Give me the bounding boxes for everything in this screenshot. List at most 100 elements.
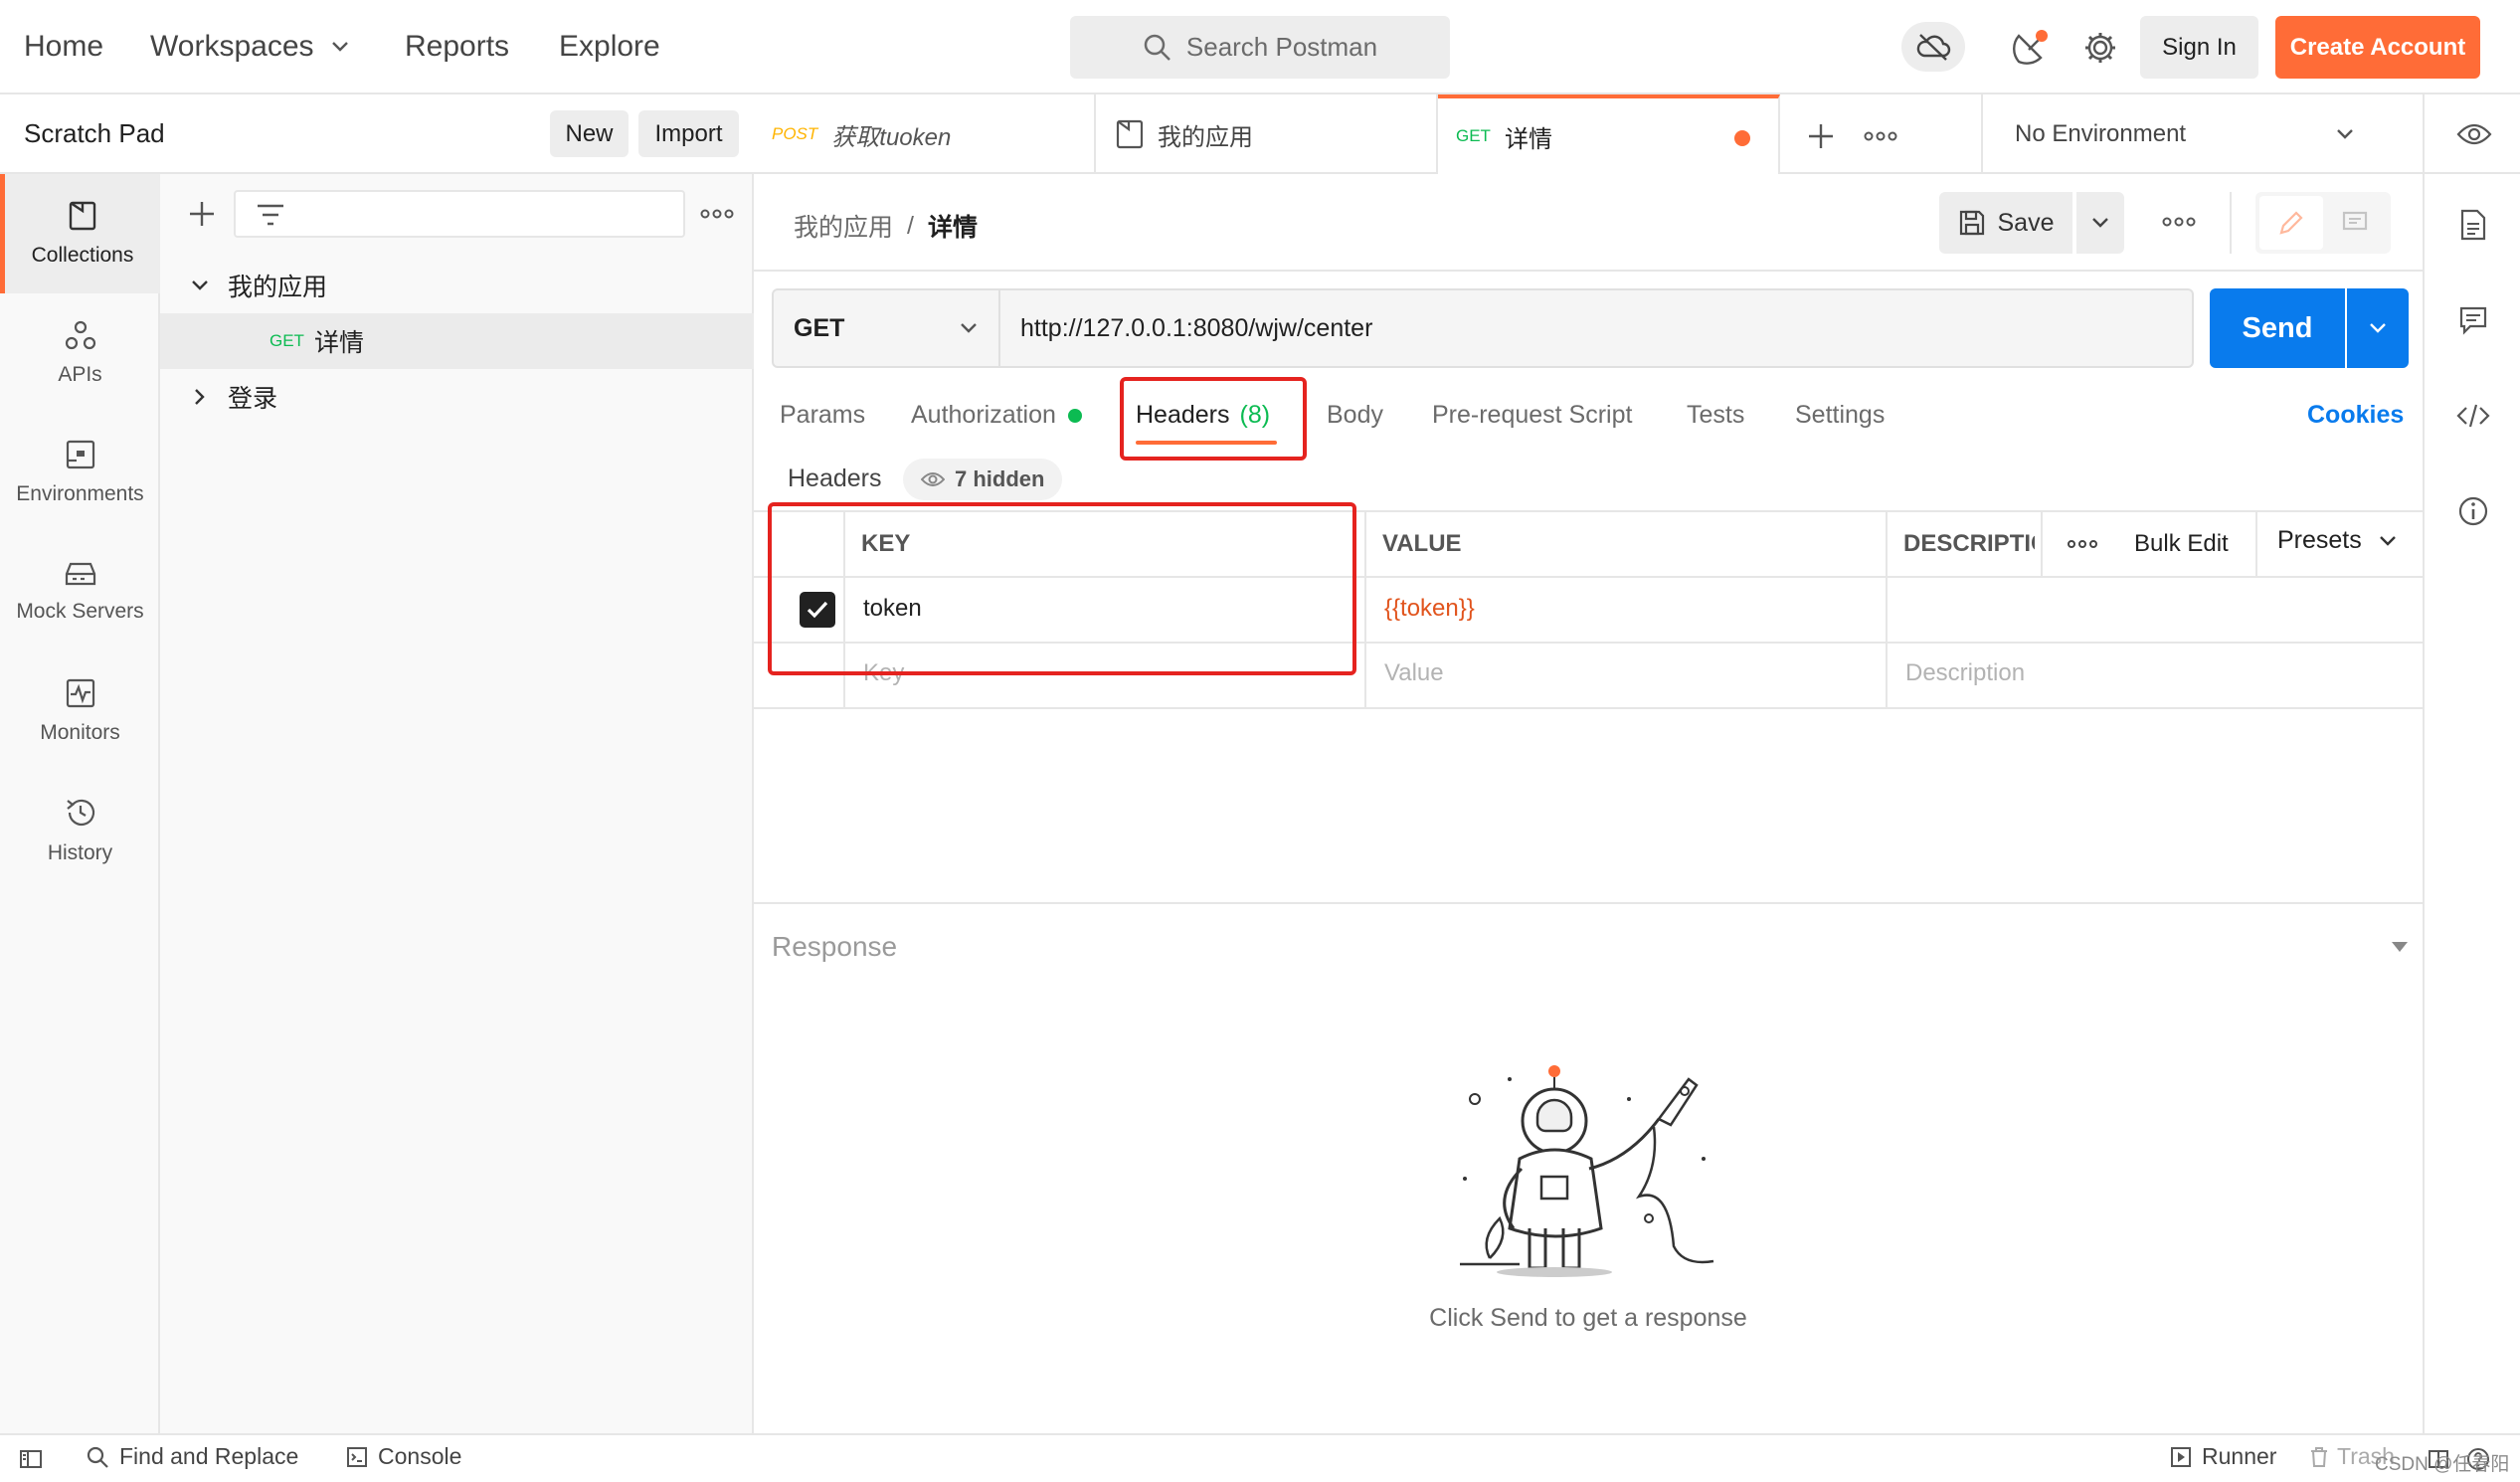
new-description-input[interactable]: Description [1905,659,2025,687]
collection-name: 我的应用 [228,274,328,301]
documentation-button[interactable] [2448,200,2498,250]
tabs-more-button[interactable] [1856,116,1905,156]
eye-icon [921,472,945,486]
edit-mode-button[interactable] [2259,196,2323,250]
tab-settings[interactable]: Settings [1795,401,1885,430]
environment-select[interactable]: No Environment [1997,94,2375,174]
presets-dropdown[interactable]: Presets [2277,526,2398,555]
runner-icon [2171,1446,2191,1467]
comments-button[interactable] [2448,295,2498,345]
tab-name: 获取tuoken [831,123,952,151]
mode-toggle [2255,192,2391,254]
request-name: 详情 [313,329,364,357]
new-tab-button[interactable] [1801,116,1841,156]
search-icon [87,1446,108,1468]
sidebar-item-label: APIs [58,363,102,386]
table-border [2255,510,2257,576]
search-input[interactable]: Search Postman [1070,16,1450,79]
header-value-cell[interactable]: {{token}} [1384,595,1475,623]
nav-reports[interactable]: Reports [405,30,509,64]
tab-body[interactable]: Body [1327,401,1383,430]
column-header-description: DESCRIPTIC [1903,530,2035,557]
tab-authorization[interactable]: Authorization [911,401,1082,430]
url-input[interactable]: http://127.0.0.1:8080/wjw/center [1000,288,2194,368]
new-button[interactable]: New [550,110,629,157]
history-icon [66,799,94,827]
sidebar-item-mock-servers[interactable]: Mock Servers [0,532,160,651]
tab-name: 我的应用 [1158,123,1253,151]
method-select[interactable]: GET [772,288,1000,368]
highlight-box-header-row [768,502,1356,675]
mock-servers-icon [65,562,95,586]
collections-more-button[interactable] [697,196,737,232]
save-label: Save [1997,208,2055,237]
table-more-button[interactable] [2063,524,2102,564]
save-options-button[interactable] [2076,192,2124,254]
cookies-link[interactable]: Cookies [2307,401,2404,430]
tab-params[interactable]: Params [780,401,865,430]
code-snippet-button[interactable] [2448,391,2498,441]
settings-button[interactable] [2078,26,2122,70]
sign-in-button[interactable]: Sign In [2140,16,2258,79]
trash-icon [2311,1446,2327,1467]
more-icon [700,209,734,219]
info-button[interactable] [2448,486,2498,536]
environment-quick-look-button[interactable] [2444,114,2504,154]
sidebar-item-history[interactable]: History [0,771,160,890]
toggle-sidebar-button[interactable] [16,1445,46,1473]
method-badge: GET [1456,126,1491,145]
breadcrumb-current[interactable]: 详情 [928,208,978,244]
tab-my-app[interactable]: 我的应用 [1096,94,1438,174]
request-editor: 我的应用 / 详情 Save GET http://127.0.0.1:8080… [754,174,2423,1433]
sync-status-button[interactable] [1901,22,1965,72]
collection-item-login[interactable]: 登录 [160,369,754,425]
table-border [1364,510,1366,709]
request-item-detail[interactable]: GET 详情 [160,313,754,369]
nav-workspaces[interactable]: Workspaces [150,30,350,64]
more-icon [2162,217,2196,227]
collections-icon [69,201,96,231]
send-options-button[interactable] [2347,288,2409,368]
tab-tests[interactable]: Tests [1687,401,1744,430]
nav-explore[interactable]: Explore [559,30,660,64]
new-value-input[interactable]: Value [1384,659,1444,687]
plus-icon [1809,124,1833,148]
sidebar-item-monitors[interactable]: Monitors [0,651,160,771]
filter-collections-input[interactable] [234,190,685,238]
create-account-button[interactable]: Create Account [2275,16,2480,79]
notifications-button[interactable] [2009,26,2053,70]
find-replace-button[interactable]: Find and Replace [86,1443,298,1470]
sidebar-item-environments[interactable]: Environments [0,413,160,532]
request-more-button[interactable] [2154,202,2204,242]
sidebar-item-collections[interactable]: Collections [0,174,160,293]
breadcrumb-parent[interactable]: 我的应用 [794,208,893,244]
add-collection-button[interactable] [184,196,220,232]
url-value: http://127.0.0.1:8080/wjw/center [1020,313,1373,342]
column-header-value: VALUE [1382,530,1462,557]
comment-mode-button[interactable] [2323,196,2387,250]
top-navigation-bar: Home Workspaces Reports Explore Search P… [0,0,2520,94]
nav-home[interactable]: Home [24,30,103,64]
collection-name: 登录 [228,385,278,413]
runner-button[interactable]: Runner [2170,1443,2276,1470]
console-button[interactable]: Console [346,1443,461,1470]
caret-down-icon [2392,942,2408,952]
save-button[interactable]: Save [1939,192,2072,254]
response-header[interactable]: Response [772,922,2409,972]
bulk-edit-button[interactable]: Bulk Edit [2134,530,2229,558]
import-button[interactable]: Import [638,110,739,157]
send-button[interactable]: Send [2210,288,2345,368]
chevron-right-icon [195,389,205,405]
breadcrumb: 我的应用 / 详情 [794,208,978,244]
sidebar-item-apis[interactable]: APIs [0,293,160,413]
tab-post-get-token[interactable]: POST 获取tuoken [754,94,1096,174]
divider [2230,192,2232,254]
collections-panel: 我的应用 GET 详情 登录 [160,174,754,1433]
code-icon [2456,404,2490,428]
sidebar-item-label: Collections [31,244,134,267]
hidden-headers-toggle[interactable]: 7 hidden [903,459,1063,500]
tab-get-detail[interactable]: GET 详情 [1438,94,1780,174]
tab-pre-request-script[interactable]: Pre-request Script [1432,401,1632,430]
collection-item-my-app[interactable]: 我的应用 [160,258,754,313]
gear-icon [2085,33,2115,63]
